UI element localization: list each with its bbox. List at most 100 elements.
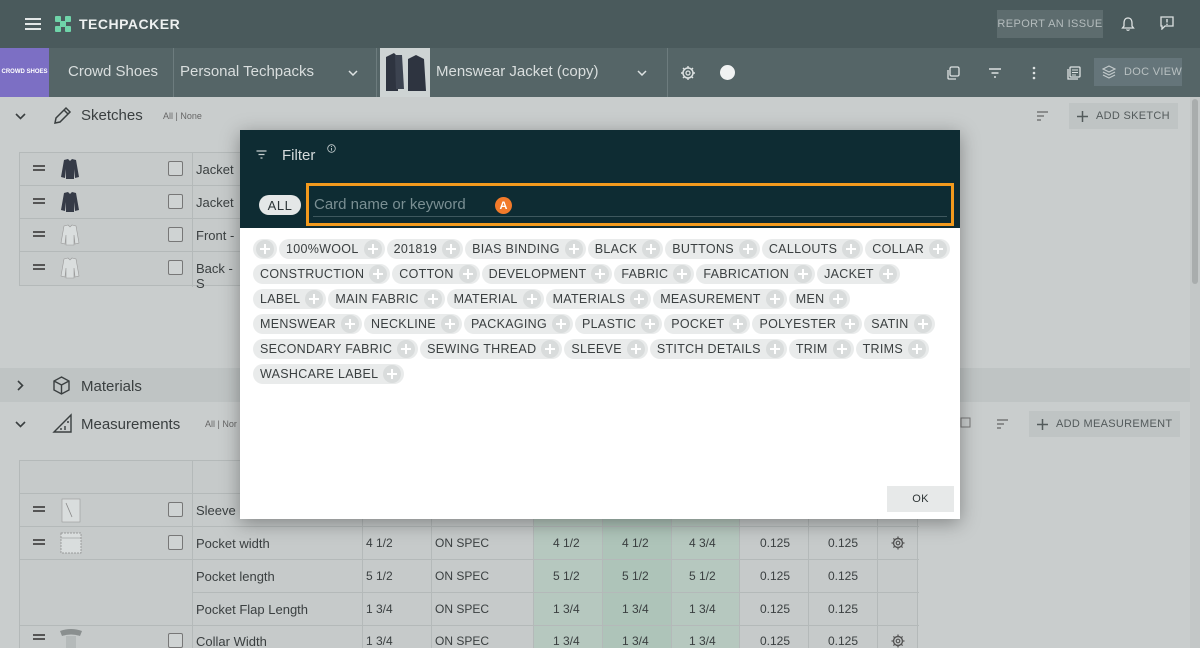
add-tag-plus-icon[interactable] <box>363 240 382 258</box>
tolerance-minus[interactable]: 0.125 <box>760 602 790 616</box>
tolerance-value[interactable]: 5 1/2 <box>366 569 393 583</box>
doc-view-button[interactable]: DOC VIEW <box>1094 58 1182 86</box>
size-value[interactable]: 4 1/2 <box>553 536 580 550</box>
info-icon[interactable] <box>327 144 336 153</box>
tag-chip[interactable]: SECONDARY FABRIC <box>253 339 419 359</box>
size-value[interactable]: 4 3/4 <box>689 536 716 550</box>
tag-chip[interactable]: MATERIAL <box>446 289 544 309</box>
add-tag-plus-icon[interactable] <box>673 265 692 283</box>
all-tags-chip[interactable]: ALL <box>259 195 301 215</box>
size-value[interactable]: 5 1/2 <box>553 569 580 583</box>
measurement-name[interactable]: Pocket width <box>196 536 270 551</box>
tag-chip[interactable]: DEVELOPMENT <box>481 264 613 284</box>
chevron-down-icon[interactable] <box>15 113 26 120</box>
table-row[interactable]: Back - S <box>20 252 245 291</box>
size-value[interactable]: 4 1/2 <box>622 536 649 550</box>
sort-icon[interactable] <box>996 419 1009 429</box>
add-tag-plus-icon[interactable] <box>458 265 477 283</box>
add-tag-plus-icon[interactable] <box>341 315 360 333</box>
chevron-down-icon[interactable] <box>348 70 358 76</box>
tolerance-plus[interactable]: 0.125 <box>828 602 858 616</box>
tag-chip[interactable]: SEWING THREAD <box>420 339 563 359</box>
row-checkbox[interactable] <box>168 227 183 242</box>
row-settings-gear-icon[interactable] <box>890 633 906 648</box>
row-checkbox[interactable] <box>168 260 183 275</box>
measurement-name[interactable]: Pocket length <box>196 569 275 584</box>
add-tag-plus-icon[interactable] <box>929 240 948 258</box>
row-settings-gear-icon[interactable] <box>890 535 906 551</box>
tag-chip[interactable]: 100%WOOL <box>279 239 385 259</box>
add-tag-plus-icon[interactable] <box>522 290 541 308</box>
folder-selector[interactable]: Personal Techpacks <box>180 63 314 80</box>
image-icon[interactable] <box>960 417 971 428</box>
table-row[interactable]: Pocket width 4 1/2 ON SPEC 4 1/2 4 1/2 4… <box>20 527 919 560</box>
sort-icon[interactable] <box>1036 111 1049 121</box>
add-tag-plus-icon[interactable] <box>832 340 851 358</box>
add-tag-plus-icon[interactable] <box>591 265 610 283</box>
copy-icon[interactable] <box>946 65 962 81</box>
spec-status[interactable]: ON SPEC <box>435 536 489 550</box>
add-tag-plus-icon[interactable] <box>913 315 932 333</box>
tag-chip[interactable]: TRIMS <box>855 339 929 359</box>
tag-chip[interactable]: PLASTIC <box>575 314 663 334</box>
tag-chip[interactable]: COLLAR <box>865 239 951 259</box>
add-tag-plus-icon[interactable] <box>841 315 860 333</box>
size-value[interactable]: 5 1/2 <box>689 569 716 583</box>
drag-handle-icon[interactable] <box>33 165 45 171</box>
tag-chip[interactable]: MATERIALS <box>545 289 652 309</box>
add-tag-plus-icon[interactable] <box>383 365 402 383</box>
tag-chip[interactable]: FABRIC <box>614 264 695 284</box>
feedback-icon[interactable] <box>1160 16 1174 30</box>
techpack-selector[interactable]: Menswear Jacket (copy) <box>436 63 599 80</box>
tag-chip[interactable]: JACKET <box>817 264 900 284</box>
add-tag-plus-icon[interactable] <box>842 240 861 258</box>
tolerance-minus[interactable]: 0.125 <box>760 634 790 648</box>
tolerance-plus[interactable]: 0.125 <box>828 634 858 648</box>
tolerance-value[interactable]: 1 3/4 <box>366 602 393 616</box>
drag-handle-icon[interactable] <box>33 264 45 270</box>
drag-handle-icon[interactable] <box>33 634 45 640</box>
table-row[interactable]: Jacket <box>20 153 245 186</box>
techpack-thumbnail[interactable] <box>380 48 430 97</box>
tag-chip[interactable]: TRIM <box>788 339 854 359</box>
add-tag-plus-icon[interactable] <box>765 340 784 358</box>
add-tag-plus-icon[interactable] <box>442 240 461 258</box>
row-checkbox[interactable] <box>168 502 183 517</box>
tag-chip[interactable]: MEASUREMENT <box>653 289 787 309</box>
tag-chip[interactable]: STITCH DETAILS <box>649 339 787 359</box>
tag-chip[interactable]: PACKAGING <box>463 314 574 334</box>
spec-status[interactable]: ON SPEC <box>435 634 489 648</box>
table-row[interactable]: Pocket Flap Length 1 3/4 ON SPEC 1 3/4 1… <box>192 593 919 626</box>
measurement-name[interactable]: Collar Width <box>196 634 267 648</box>
add-tag-plus-icon[interactable] <box>440 315 459 333</box>
row-checkbox[interactable] <box>168 633 183 648</box>
ok-button[interactable]: OK <box>887 486 954 512</box>
row-checkbox[interactable] <box>168 161 183 176</box>
table-row[interactable]: Front - <box>20 219 245 252</box>
row-checkbox[interactable] <box>168 535 183 550</box>
tag-chip[interactable]: SATIN <box>864 314 935 334</box>
tolerance-value[interactable]: 1 3/4 <box>366 634 393 648</box>
brand-switcher[interactable]: Crowd Shoes <box>68 63 158 80</box>
add-tag-plus-icon[interactable] <box>256 240 274 258</box>
drag-handle-icon[interactable] <box>33 198 45 204</box>
add-tag-plus-icon[interactable] <box>369 265 388 283</box>
tolerance-plus[interactable]: 0.125 <box>828 536 858 550</box>
bell-icon[interactable] <box>1121 16 1135 32</box>
add-tag-plus-icon[interactable] <box>630 290 649 308</box>
spec-status[interactable]: ON SPEC <box>435 602 489 616</box>
add-tag-plus-icon[interactable] <box>564 240 583 258</box>
add-tag-plus-icon[interactable] <box>907 340 926 358</box>
table-row[interactable]: Collar Width 1 3/4 ON SPEC 1 3/4 1 3/4 1… <box>20 626 919 648</box>
row-checkbox[interactable] <box>168 194 183 209</box>
add-tag-plus-icon[interactable] <box>305 290 324 308</box>
chevron-right-icon[interactable] <box>17 380 24 391</box>
scrollbar-thumb[interactable] <box>1192 99 1198 284</box>
size-value[interactable]: 1 3/4 <box>689 602 716 616</box>
size-value[interactable]: 1 3/4 <box>622 602 649 616</box>
add-tag-plus-icon[interactable] <box>642 240 661 258</box>
measurement-name[interactable]: Pocket Flap Length <box>196 602 308 617</box>
tag-chip[interactable]: NECKLINE <box>364 314 462 334</box>
hamburger-menu-icon[interactable] <box>25 18 41 30</box>
more-vertical-icon[interactable] <box>1026 65 1042 81</box>
